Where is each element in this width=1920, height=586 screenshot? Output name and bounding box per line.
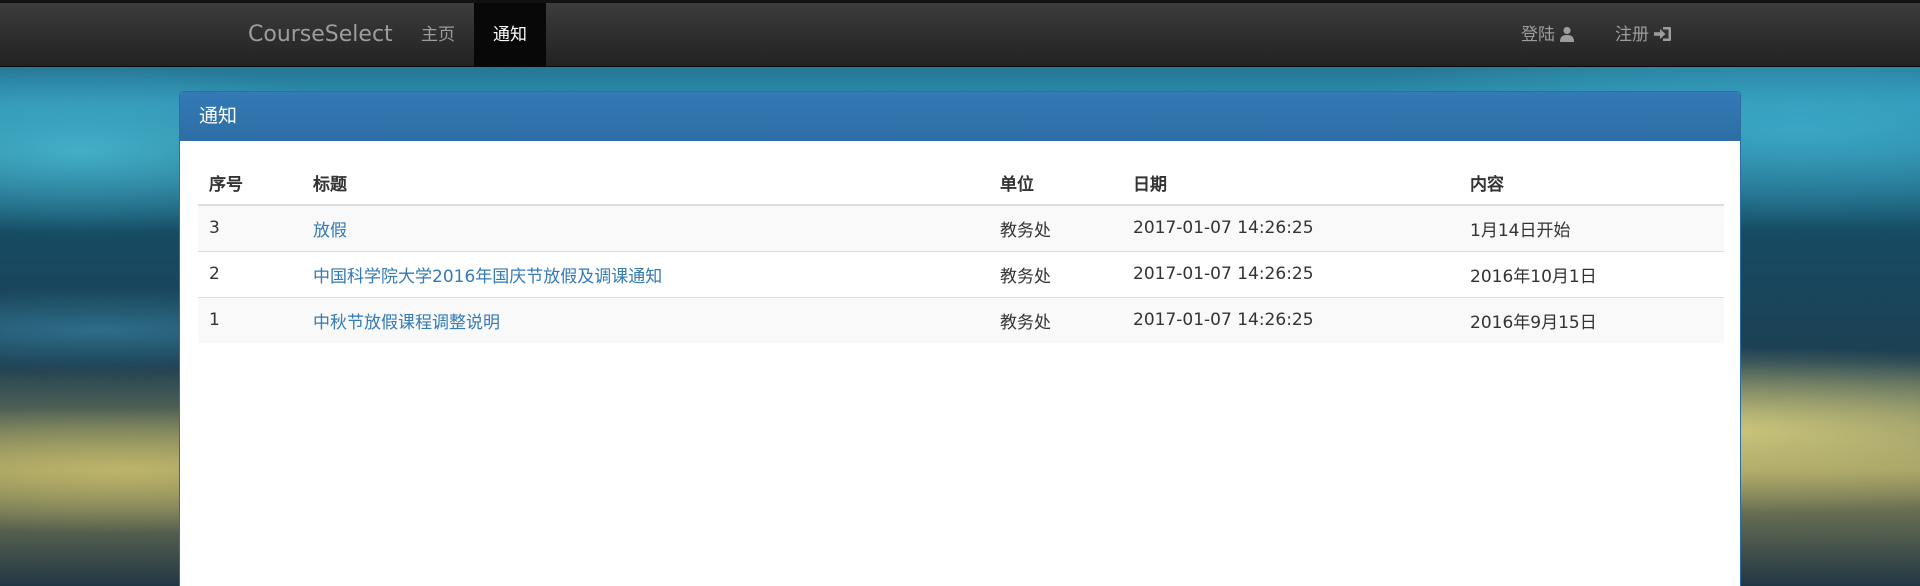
row-unit: 教务处 (989, 250, 1122, 297)
row-date: 2017-01-07 14:26:25 (1122, 296, 1459, 343)
column-header-id: 序号 (198, 161, 302, 206)
nav-login-label: 登陆 (1521, 25, 1555, 45)
row-title-cell: 中秋节放假课程调整说明 (302, 296, 989, 343)
row-content: 2016年9月15日 (1459, 296, 1724, 343)
notice-table: 序号 标题 单位 日期 内容 3 放假 教务处 2017-01-07 14:26… (198, 161, 1724, 343)
panel-heading: 通知 (180, 92, 1740, 141)
row-unit: 教务处 (989, 205, 1122, 251)
nav-login[interactable]: 登陆 (1502, 3, 1594, 67)
table-row: 2 中国科学院大学2016年国庆节放假及调课通知 教务处 2017-01-07 … (198, 250, 1724, 297)
row-title-cell: 中国科学院大学2016年国庆节放假及调课通知 (302, 250, 989, 297)
table-row: 1 中秋节放假课程调整说明 教务处 2017-01-07 14:26:25 20… (198, 296, 1724, 343)
user-icon (1560, 26, 1574, 42)
nav-register[interactable]: 注册 (1596, 3, 1691, 67)
nav-notice[interactable]: 通知 (474, 3, 546, 67)
notice-title-link[interactable]: 中秋节放假课程调整说明 (313, 313, 500, 333)
table-header-row: 序号 标题 单位 日期 内容 (198, 161, 1724, 206)
row-date: 2017-01-07 14:26:25 (1122, 250, 1459, 297)
row-content: 2016年10月1日 (1459, 250, 1724, 297)
nav-home[interactable]: 主页 (402, 3, 474, 67)
column-header-content: 内容 (1459, 161, 1724, 206)
row-id: 3 (198, 205, 302, 251)
nav-register-label: 注册 (1615, 25, 1649, 45)
top-navbar: CourseSelect 主页 通知 登陆 注册 (0, 0, 1920, 67)
row-id: 1 (198, 296, 302, 343)
notice-panel: 通知 序号 标题 单位 日期 内容 3 放假 教务处 2017-01-07 14… (179, 91, 1741, 586)
row-date: 2017-01-07 14:26:25 (1122, 205, 1459, 251)
column-header-unit: 单位 (989, 161, 1122, 206)
table-row: 3 放假 教务处 2017-01-07 14:26:25 1月14日开始 (198, 205, 1724, 251)
row-id: 2 (198, 250, 302, 297)
row-unit: 教务处 (989, 296, 1122, 343)
column-header-date: 日期 (1122, 161, 1459, 206)
row-content: 1月14日开始 (1459, 205, 1724, 251)
notice-title-link[interactable]: 中国科学院大学2016年国庆节放假及调课通知 (313, 267, 662, 287)
panel-body: 序号 标题 单位 日期 内容 3 放假 教务处 2017-01-07 14:26… (180, 141, 1740, 363)
notice-title-link[interactable]: 放假 (313, 221, 347, 241)
log-in-icon (1654, 27, 1671, 41)
row-title-cell: 放假 (302, 205, 989, 251)
brand-link[interactable]: CourseSelect (248, 3, 393, 67)
column-header-title: 标题 (302, 161, 989, 206)
